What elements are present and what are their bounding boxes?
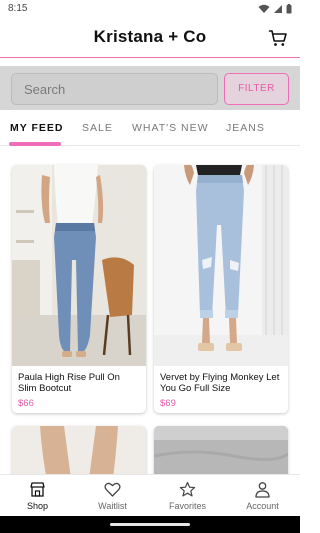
filter-button[interactable]: FILTER bbox=[224, 73, 289, 105]
product-card[interactable]: Vervet by Flying Monkey Let You Go Full … bbox=[154, 165, 288, 413]
system-nav-bar bbox=[0, 516, 300, 533]
tab-jeans[interactable]: JEANS bbox=[226, 122, 265, 134]
app-header: Kristana + Co bbox=[0, 20, 300, 58]
nav-label: Favorites bbox=[168, 501, 206, 511]
nav-account[interactable]: Account bbox=[225, 475, 300, 517]
nav-waitlist[interactable]: Waitlist bbox=[75, 475, 150, 517]
product-price: $66 bbox=[18, 398, 34, 409]
home-indicator[interactable] bbox=[110, 523, 190, 526]
nav-label: Shop bbox=[26, 501, 49, 511]
cart-button[interactable] bbox=[268, 28, 288, 48]
person-icon bbox=[255, 482, 270, 498]
status-time: 8:15 bbox=[8, 3, 28, 14]
cart-icon bbox=[268, 30, 287, 46]
bottom-nav: Shop Waitlist Favorites Account bbox=[0, 474, 300, 516]
tab-my-feed[interactable]: MY FEED bbox=[10, 122, 63, 134]
nav-label: Waitlist bbox=[98, 501, 127, 511]
nav-shop[interactable]: Shop bbox=[0, 475, 75, 517]
search-bar: FILTER bbox=[0, 66, 300, 110]
battery-icon bbox=[286, 4, 292, 14]
star-icon bbox=[179, 481, 196, 497]
nav-label: Account bbox=[246, 501, 279, 511]
tab-sale[interactable]: SALE bbox=[82, 122, 113, 134]
nav-favorites[interactable]: Favorites bbox=[150, 475, 225, 517]
status-icons bbox=[258, 4, 292, 14]
category-tabs: MY FEED SALE WHAT'S NEW JEANS bbox=[0, 114, 300, 146]
heart-icon bbox=[104, 482, 121, 497]
wifi-icon bbox=[258, 4, 270, 13]
product-name: Vervet by Flying Monkey Let You Go Full … bbox=[160, 372, 280, 394]
shop-icon bbox=[30, 482, 45, 497]
product-image bbox=[154, 165, 288, 366]
product-image bbox=[12, 165, 146, 366]
signal-icon bbox=[274, 5, 282, 13]
tab-whats-new[interactable]: WHAT'S NEW bbox=[132, 122, 209, 134]
search-input[interactable] bbox=[11, 73, 218, 105]
product-card[interactable]: Paula High Rise Pull On Slim Bootcut $66 bbox=[12, 165, 146, 413]
product-price: $69 bbox=[160, 398, 176, 409]
active-tab-indicator bbox=[9, 142, 61, 146]
app-title: Kristana + Co bbox=[93, 27, 207, 46]
product-name: Paula High Rise Pull On Slim Bootcut bbox=[18, 372, 120, 394]
status-bar: 8:15 bbox=[0, 0, 300, 20]
